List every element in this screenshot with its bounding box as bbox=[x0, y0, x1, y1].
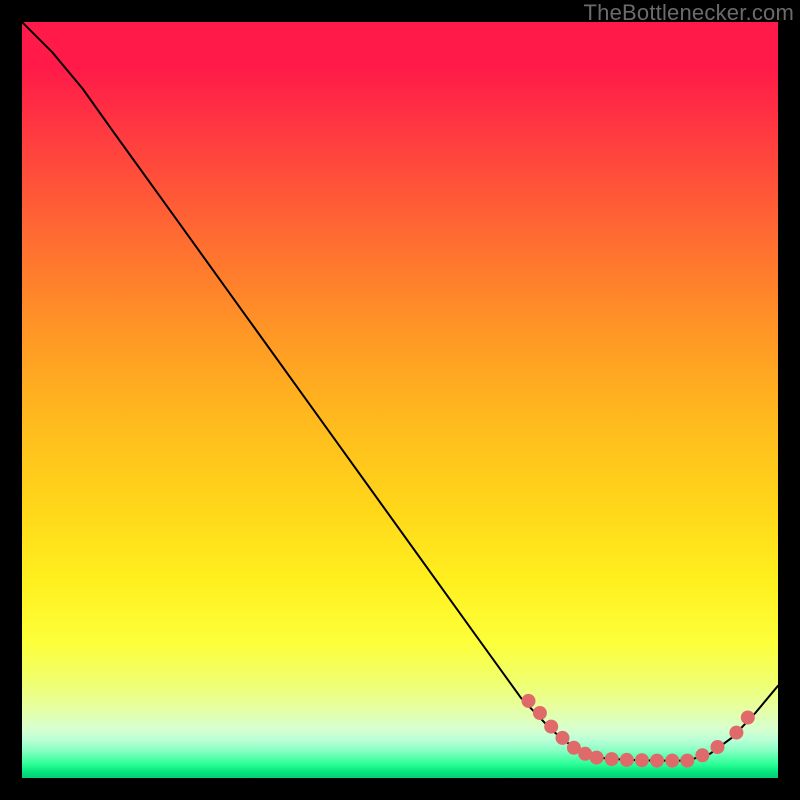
data-dot bbox=[650, 754, 664, 768]
data-dot bbox=[680, 754, 694, 768]
data-dot bbox=[741, 711, 755, 725]
chart-svg bbox=[22, 22, 778, 778]
data-dot bbox=[729, 726, 743, 740]
data-dot bbox=[533, 706, 547, 720]
plot-area bbox=[22, 22, 778, 778]
data-dot bbox=[635, 753, 649, 767]
data-dot bbox=[522, 694, 536, 708]
data-dot bbox=[605, 752, 619, 766]
data-dot bbox=[711, 740, 725, 754]
data-dot bbox=[590, 751, 604, 765]
data-dot bbox=[544, 720, 558, 734]
data-dot bbox=[665, 754, 679, 768]
watermark-text: TheBottlenecker.com bbox=[584, 0, 794, 26]
gradient-background bbox=[22, 22, 778, 778]
data-dot bbox=[556, 731, 570, 745]
chart-root: TheBottlenecker.com bbox=[0, 0, 800, 800]
data-dot bbox=[695, 748, 709, 762]
data-dot bbox=[620, 753, 634, 767]
